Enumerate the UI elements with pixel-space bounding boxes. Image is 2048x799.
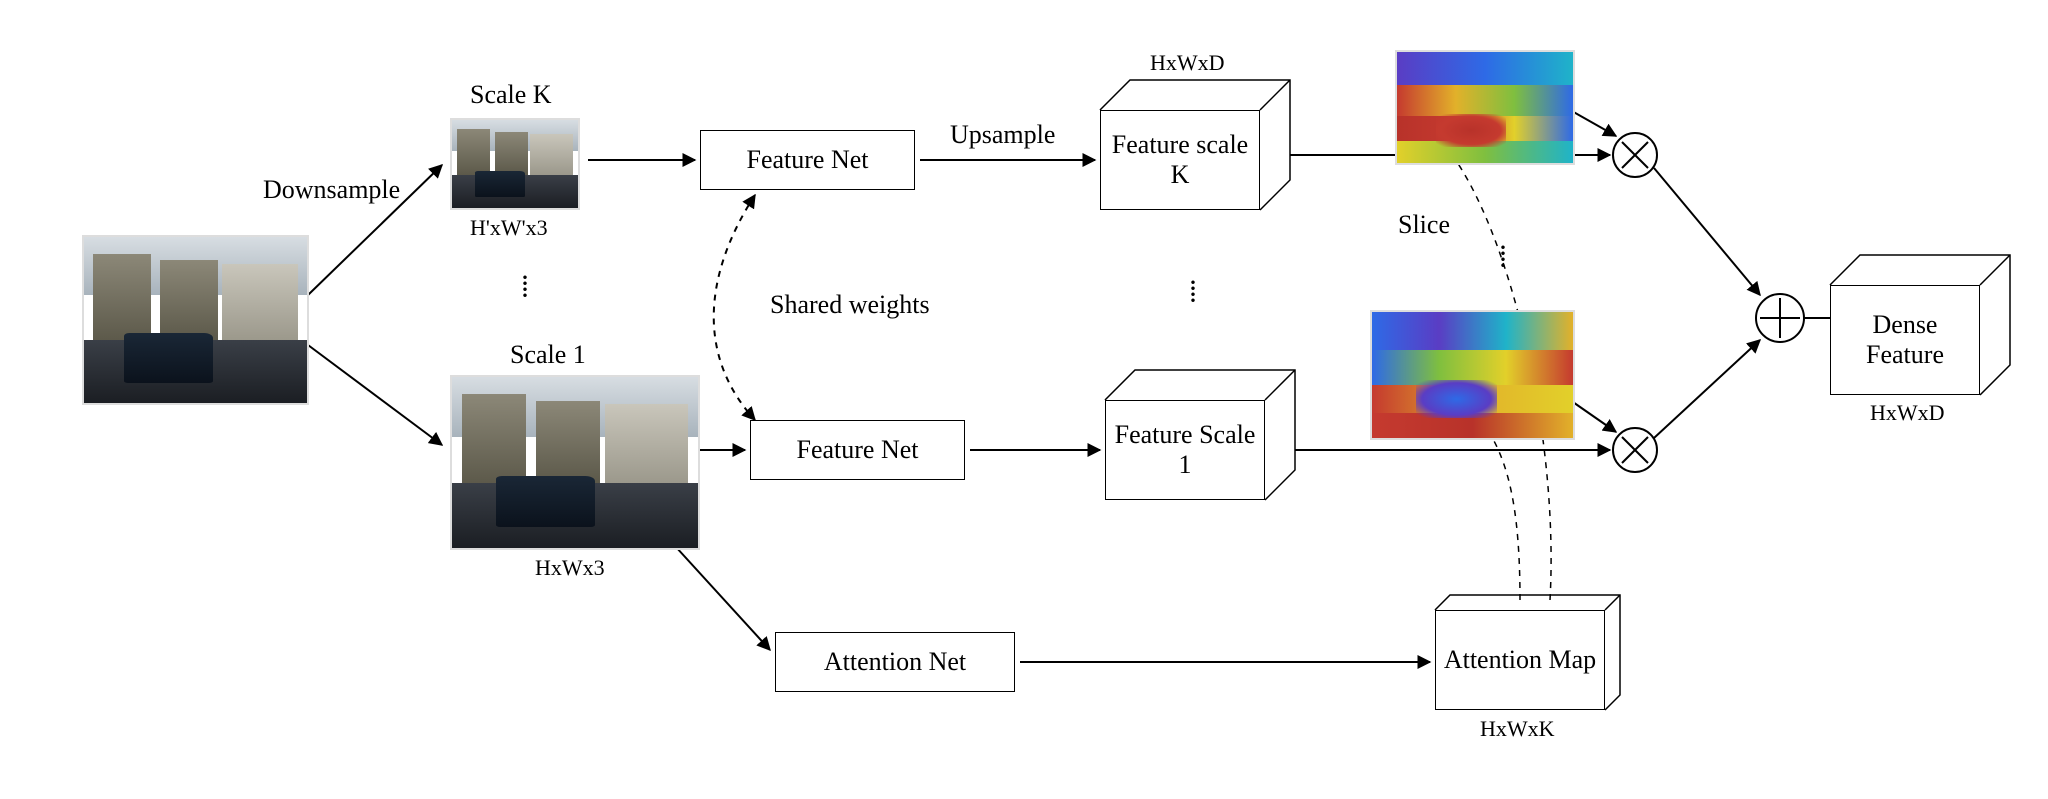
- label-dims-featk: HxWxD: [1150, 50, 1225, 76]
- multiply-icon: [1613, 133, 1657, 177]
- label-dims-full: HxWx3: [535, 555, 605, 581]
- label-slice: Slice: [1398, 210, 1450, 240]
- label-dims-out: HxWxD: [1870, 400, 1945, 426]
- multiply-icon: [1613, 428, 1657, 472]
- box-attention-net: Attention Net: [775, 632, 1015, 692]
- label-dims-small: H'xW'x3: [470, 215, 548, 241]
- scaled-image-k: [450, 118, 580, 210]
- label-scale-1: Scale 1: [510, 340, 586, 370]
- box-feature-net-a: Feature Net: [700, 130, 915, 190]
- box-feature-net-b: Feature Net: [750, 420, 965, 480]
- scaled-image-1: [450, 375, 700, 550]
- label-downsample: Downsample: [263, 175, 400, 205]
- input-image: [82, 235, 309, 405]
- vdots-features: ····: [1188, 280, 1198, 304]
- vdots-scales: ····: [520, 275, 530, 299]
- label-scale-k: Scale K: [470, 80, 552, 110]
- label-dims-attn: HxWxK: [1480, 716, 1555, 742]
- label-upsample: Upsample: [950, 120, 1055, 150]
- label-shared-weights: Shared weights: [770, 290, 930, 320]
- attention-slice-k: [1395, 50, 1575, 165]
- vdots-heatmaps: ····: [1498, 245, 1508, 269]
- diagram-canvas: Downsample Scale K H'xW'x3 ···· Scale 1 …: [0, 0, 2048, 799]
- attention-slice-1: [1370, 310, 1575, 440]
- add-icon: [1756, 294, 1804, 342]
